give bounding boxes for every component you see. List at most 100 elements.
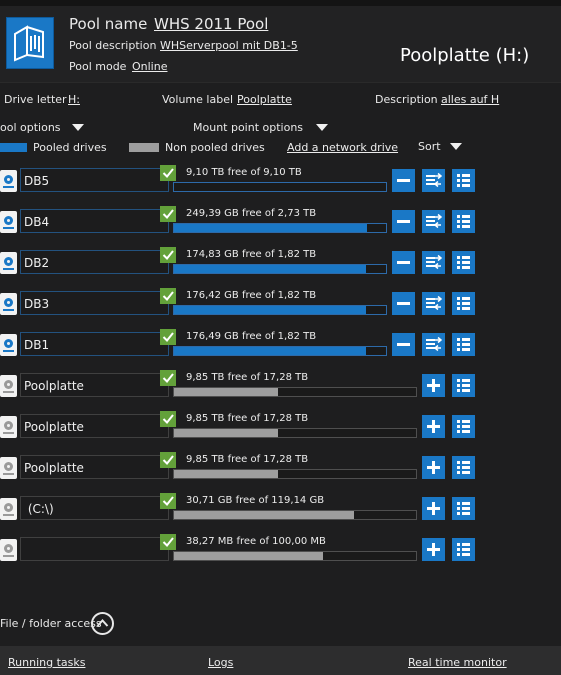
usage-bar	[173, 428, 417, 438]
pool-name-label: Pool name	[69, 15, 148, 33]
expand-chevron-up-icon[interactable]	[91, 612, 114, 635]
description-link[interactable]: alles auf H	[441, 93, 499, 106]
drive-free-space: 9,85 TB free of 17,28 TB	[186, 454, 309, 465]
hard-drive-icon	[0, 457, 17, 479]
hard-drive-icon	[0, 170, 17, 192]
remove-drive-minus-icon[interactable]	[392, 333, 415, 356]
hard-drive-icon	[0, 252, 17, 274]
drive-free-space: 9,10 TB free of 9,10 TB	[186, 167, 302, 178]
add-drive-plus-icon[interactable]	[422, 538, 445, 561]
drive-name-field[interactable]: DB3	[20, 291, 169, 315]
pool-description-label: Pool description	[69, 39, 157, 52]
sort-caret-icon[interactable]	[450, 143, 462, 150]
remove-drive-minus-icon[interactable]	[392, 251, 415, 274]
drive-free-space: 174,83 GB free of 1,82 TB	[186, 249, 317, 260]
usage-bar	[173, 264, 387, 274]
usage-bar	[173, 223, 387, 233]
checkbox-checked-icon[interactable]	[160, 370, 176, 386]
balance-transfer-icon[interactable]	[422, 251, 445, 274]
non-pooled-legend-swatch	[129, 143, 159, 152]
running-tasks-link[interactable]: Running tasks	[8, 656, 85, 669]
drive-free-space: 38,27 MB free of 100,00 MB	[186, 536, 326, 547]
pooled-legend-label: Pooled drives	[33, 141, 107, 154]
checkbox-checked-icon[interactable]	[160, 452, 176, 468]
checkbox-checked-icon[interactable]	[160, 411, 176, 427]
usage-bar	[173, 387, 417, 397]
checkbox-checked-icon[interactable]	[160, 493, 176, 509]
hard-drive-icon	[0, 293, 17, 315]
drive-name-field[interactable]: Poolplatte	[20, 455, 169, 479]
usage-bar-fill	[174, 552, 324, 560]
pool-mode-link[interactable]: Online	[132, 60, 167, 73]
drive-name-field[interactable]: DB5	[20, 168, 169, 192]
real-time-monitor-link[interactable]: Real time monitor	[408, 656, 507, 669]
hard-drive-icon	[0, 211, 17, 233]
description-label: Description	[375, 93, 438, 106]
remove-drive-minus-icon[interactable]	[392, 169, 415, 192]
volume-label-link[interactable]: Poolplatte	[237, 93, 292, 106]
drive-details-list-icon[interactable]	[452, 169, 475, 192]
pool-options-caret-icon[interactable]	[72, 124, 84, 131]
sort-menu[interactable]: Sort	[418, 140, 441, 153]
checkbox-checked-icon[interactable]	[160, 288, 176, 304]
drive-details-list-icon[interactable]	[452, 251, 475, 274]
mount-point-caret-icon[interactable]	[316, 124, 328, 131]
checkbox-checked-icon[interactable]	[160, 165, 176, 181]
usage-bar-fill	[174, 224, 367, 232]
checkbox-checked-icon[interactable]	[160, 206, 176, 222]
add-drive-plus-icon[interactable]	[422, 415, 445, 438]
checkbox-checked-icon[interactable]	[160, 247, 176, 263]
drive-name-field[interactable]: Poolplatte	[20, 373, 169, 397]
drive-name-field[interactable]: (C:\)	[20, 496, 169, 520]
balance-transfer-icon[interactable]	[422, 333, 445, 356]
usage-bar	[173, 305, 387, 315]
drive-name-field[interactable]: Poolplatte	[20, 414, 169, 438]
remove-drive-minus-icon[interactable]	[392, 210, 415, 233]
add-drive-plus-icon[interactable]	[422, 374, 445, 397]
checkbox-checked-icon[interactable]	[160, 329, 176, 345]
hard-drive-icon	[0, 498, 17, 520]
pool-name-link[interactable]: WHS 2011 Pool	[154, 15, 268, 33]
logs-link[interactable]: Logs	[208, 656, 233, 669]
mount-point-options-menu[interactable]: Mount point options	[193, 121, 303, 134]
drive-details-list-icon[interactable]	[452, 497, 475, 520]
checkbox-checked-icon[interactable]	[160, 534, 176, 550]
usage-bar	[173, 182, 387, 192]
pooled-legend-swatch	[0, 143, 27, 152]
usage-bar-fill	[174, 511, 354, 519]
balance-transfer-icon[interactable]	[422, 210, 445, 233]
add-drive-plus-icon[interactable]	[422, 497, 445, 520]
drive-name-field[interactable]	[20, 537, 169, 561]
drive-free-space: 30,71 GB free of 119,14 GB	[186, 495, 325, 506]
remove-drive-minus-icon[interactable]	[392, 292, 415, 315]
drive-details-list-icon[interactable]	[452, 333, 475, 356]
drive-name-field[interactable]: DB2	[20, 250, 169, 274]
drive-letter-link[interactable]: H:	[68, 93, 80, 106]
drive-details-list-icon[interactable]	[452, 292, 475, 315]
balance-transfer-icon[interactable]	[422, 169, 445, 192]
drive-details-list-icon[interactable]	[452, 415, 475, 438]
hard-drive-icon	[0, 539, 17, 561]
usage-bar-fill	[174, 306, 366, 314]
add-network-drive-link[interactable]: Add a network drive	[287, 141, 398, 154]
balance-transfer-icon[interactable]	[422, 292, 445, 315]
drive-details-list-icon[interactable]	[452, 456, 475, 479]
drive-free-space: 9,85 TB free of 17,28 TB	[186, 372, 309, 383]
usage-bar-fill	[174, 470, 279, 478]
pool-description-link[interactable]: WHServerpool mit DB1-5	[160, 39, 298, 52]
drive-name-field[interactable]: DB1	[20, 332, 169, 356]
drive-details-list-icon[interactable]	[452, 210, 475, 233]
drive-details-list-icon[interactable]	[452, 538, 475, 561]
divider	[0, 82, 561, 83]
volume-label-label: Volume label	[162, 93, 234, 106]
drive-details-list-icon[interactable]	[452, 374, 475, 397]
pool-options-menu[interactable]: ool options	[0, 121, 61, 134]
add-drive-plus-icon[interactable]	[422, 456, 445, 479]
hard-drive-icon	[0, 334, 17, 356]
usage-bar-fill	[174, 347, 366, 355]
drive-name-field[interactable]: DB4	[20, 209, 169, 233]
pool-logo-icon	[6, 17, 54, 69]
pool-mode-label: Pool mode	[69, 60, 127, 73]
hard-drive-icon	[0, 375, 17, 397]
usage-bar	[173, 510, 417, 520]
